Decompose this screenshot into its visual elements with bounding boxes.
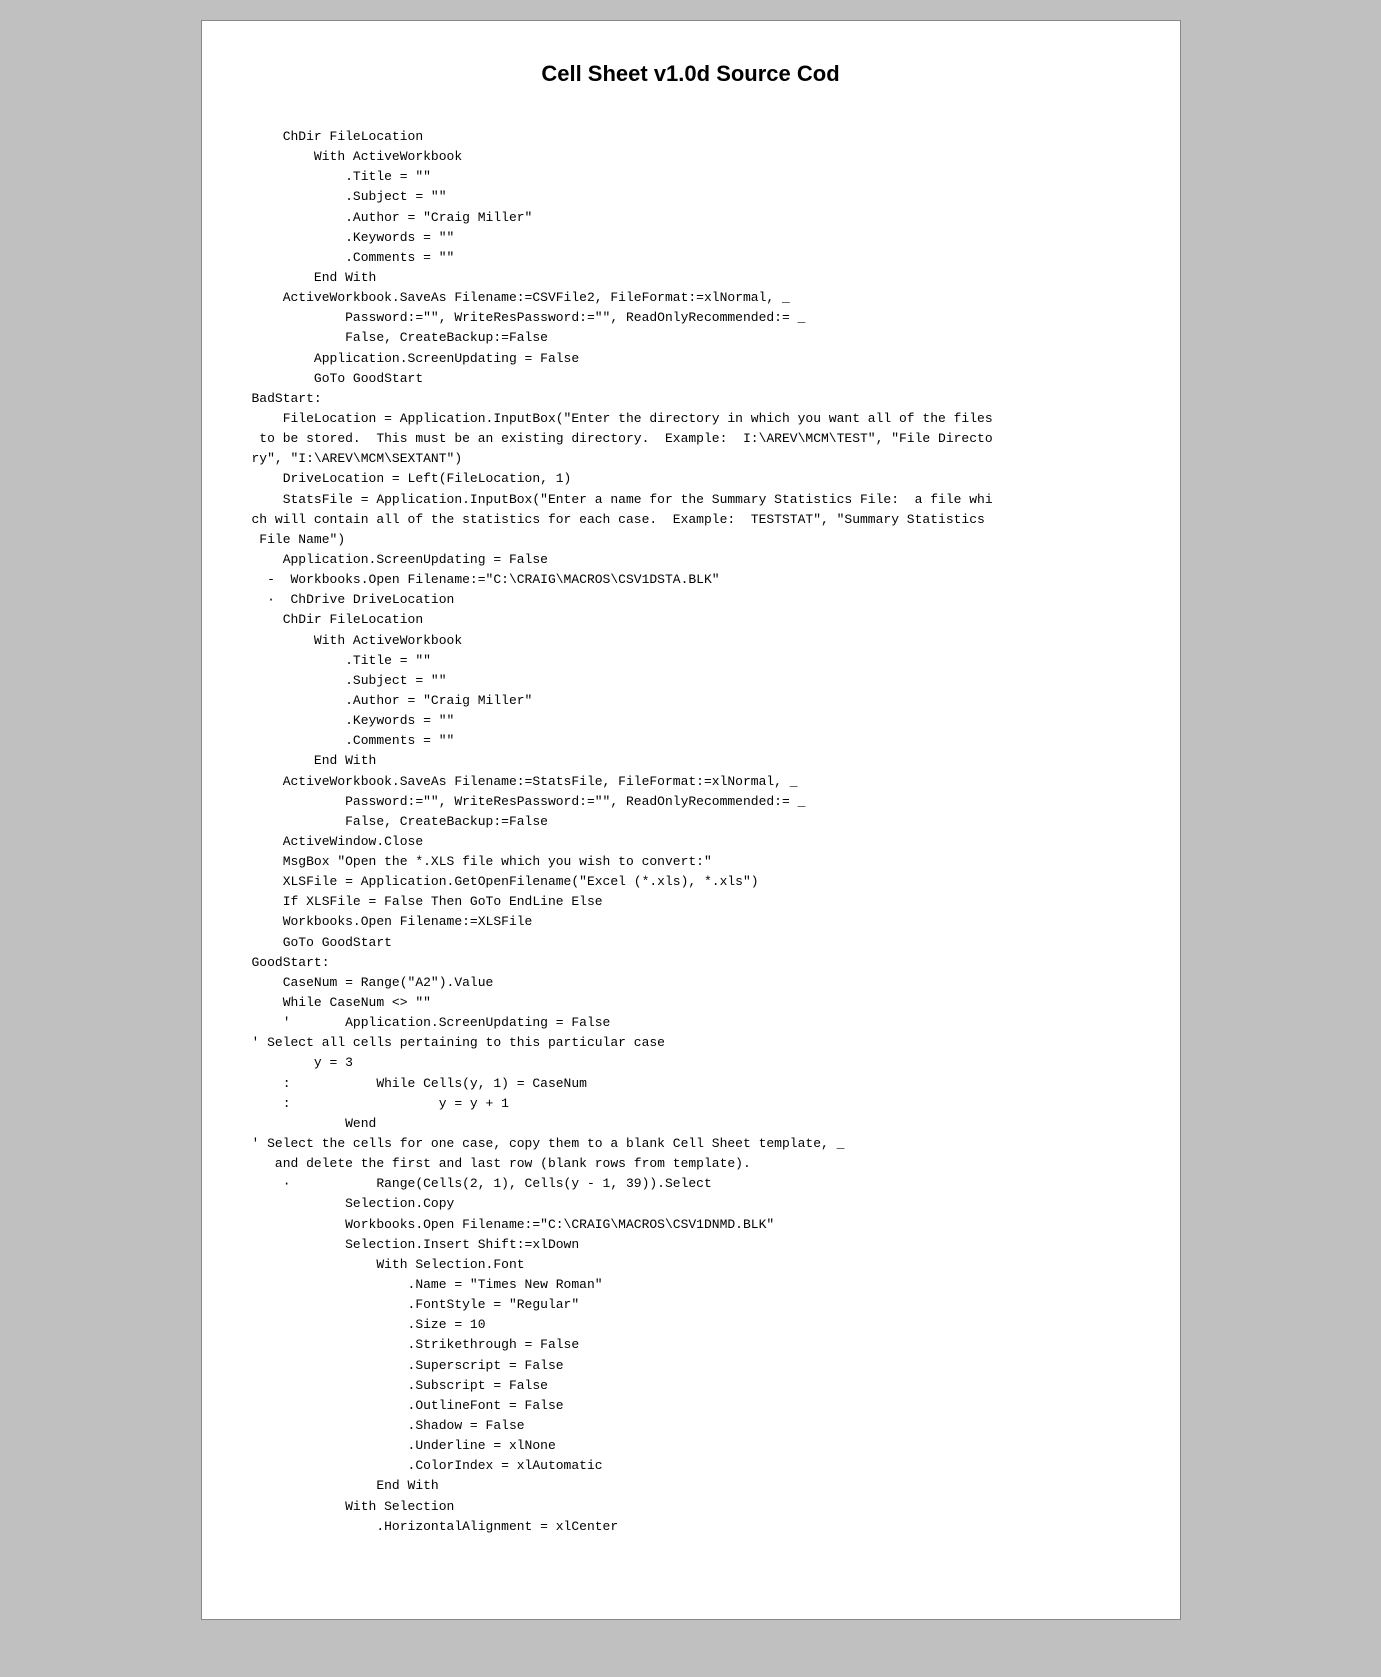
page-title: Cell Sheet v1.0d Source Cod xyxy=(252,61,1130,87)
code-block: ChDir FileLocation With ActiveWorkbook .… xyxy=(252,127,1130,1537)
page-container: Cell Sheet v1.0d Source Cod ChDir FileLo… xyxy=(201,20,1181,1620)
